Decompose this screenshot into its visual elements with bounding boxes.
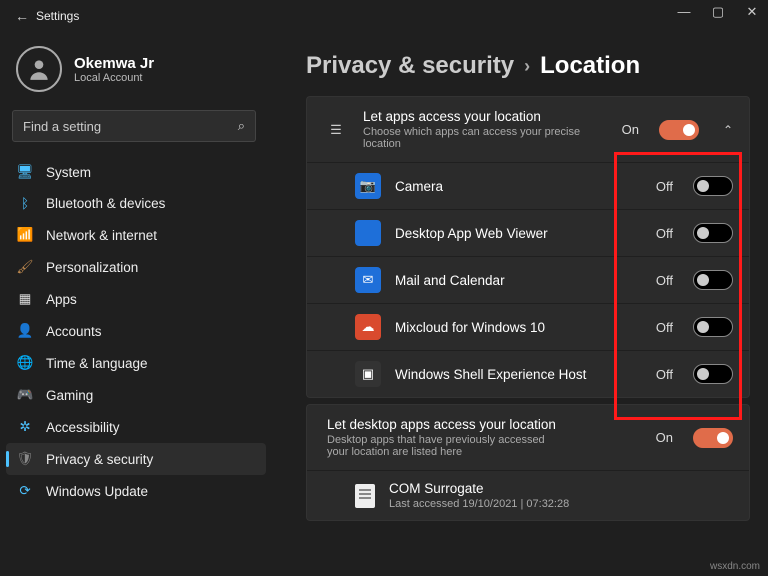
sidebar-item-system[interactable]: 🖥 System: [6, 156, 266, 188]
camera-app-icon: 📷: [355, 173, 381, 199]
app-toggle[interactable]: [693, 223, 733, 243]
privacy-icon: 🛡: [16, 451, 34, 467]
close-button[interactable]: ✕: [742, 4, 762, 20]
sidebar-item-label: Apps: [46, 292, 77, 307]
search-placeholder: Find a setting: [23, 119, 101, 134]
file-icon: [355, 484, 375, 508]
desktop-app-row: COM Surrogate Last accessed 19/10/2021 |…: [307, 470, 749, 520]
master-subtitle: Choose which apps can access your precis…: [363, 126, 593, 150]
breadcrumb: Privacy & security › Location: [306, 52, 750, 80]
app-name: Mail and Calendar: [395, 273, 642, 288]
sidebar-item-label: Personalization: [46, 260, 138, 275]
app-permission-row: Desktop App Web Viewer Off: [307, 209, 749, 256]
accounts-icon: 👤: [16, 323, 34, 339]
watermark: wsxdn.com: [710, 561, 760, 572]
app-toggle[interactable]: [693, 364, 733, 384]
sidebar-item-label: Accessibility: [46, 420, 120, 435]
desktop-apps-panel: Let desktop apps access your location De…: [306, 404, 750, 521]
sidebar-item-label: System: [46, 165, 91, 180]
time-icon: 🌐: [16, 355, 34, 371]
app-toggle[interactable]: [693, 176, 733, 196]
app-toggle[interactable]: [693, 317, 733, 337]
breadcrumb-current: Location: [540, 52, 640, 80]
network-icon: 📶: [16, 227, 34, 243]
sidebar-item-gaming[interactable]: 🎮 Gaming: [6, 379, 266, 411]
web-viewer-icon: [355, 220, 381, 246]
master-state-label: On: [622, 122, 639, 137]
sidebar-item-label: Accounts: [46, 324, 102, 339]
desktop-title: Let desktop apps access your location: [327, 417, 642, 432]
user-name: Okemwa Jr: [74, 55, 154, 72]
minimize-button[interactable]: ―: [674, 4, 694, 20]
app-state-label: Off: [656, 367, 673, 382]
desktop-app-sub: Last accessed 19/10/2021 | 07:32:28: [389, 498, 619, 510]
app-name: Desktop App Web Viewer: [395, 226, 642, 241]
master-toggle-row[interactable]: ☰ Let apps access your location Choose w…: [307, 97, 749, 162]
app-toggle[interactable]: [693, 270, 733, 290]
maximize-button[interactable]: ▢: [708, 4, 728, 20]
system-icon: 🖥: [16, 164, 34, 180]
accessibility-icon: ✲: [16, 419, 34, 435]
sidebar-item-label: Windows Update: [46, 484, 148, 499]
sidebar-item-time-language[interactable]: 🌐 Time & language: [6, 347, 266, 379]
main-panel: Privacy & security › Location ☰ Let apps…: [272, 32, 768, 521]
location-panel: ☰ Let apps access your location Choose w…: [306, 96, 750, 398]
app-permission-row: ▣ Windows Shell Experience Host Off: [307, 350, 749, 397]
mixcloud-icon: ☁: [355, 314, 381, 340]
apps-icon: ▦: [16, 291, 34, 307]
avatar: [16, 46, 62, 92]
bluetooth-icon: ᛒ: [16, 196, 34, 211]
sidebar-item-accounts[interactable]: 👤 Accounts: [6, 315, 266, 347]
search-icon: ⌕: [238, 118, 245, 134]
sidebar-item-network-internet[interactable]: 📶 Network & internet: [6, 219, 266, 251]
sidebar-item-label: Privacy & security: [46, 452, 153, 467]
personalization-icon: 🖌: [16, 259, 34, 275]
master-title: Let apps access your location: [363, 109, 608, 124]
desktop-state-label: On: [656, 430, 673, 445]
app-state-label: Off: [656, 226, 673, 241]
sidebar-nav: 🖥 System ᛒ Bluetooth & devices 📶 Network & in…: [0, 156, 272, 507]
sidebar-item-personalization[interactable]: 🖌 Personalization: [6, 251, 266, 283]
app-state-label: Off: [656, 320, 673, 335]
app-name: Mixcloud for Windows 10: [395, 320, 642, 335]
breadcrumb-parent[interactable]: Privacy & security: [306, 52, 514, 80]
title-bar: ← Settings ― ▢ ✕: [0, 0, 768, 32]
app-name: Camera: [395, 179, 642, 194]
gaming-icon: 🎮: [16, 387, 34, 403]
app-title: Settings: [36, 9, 79, 23]
app-permission-row: ☁ Mixcloud for Windows 10 Off: [307, 303, 749, 350]
mail-icon: ✉: [355, 267, 381, 293]
app-state-label: Off: [656, 179, 673, 194]
sidebar-item-apps[interactable]: ▦ Apps: [6, 283, 266, 315]
desktop-toggle-row[interactable]: Let desktop apps access your location De…: [307, 405, 749, 470]
sidebar-item-label: Bluetooth & devices: [46, 196, 165, 211]
desktop-app-name: COM Surrogate: [389, 481, 733, 496]
app-name: Windows Shell Experience Host: [395, 367, 642, 382]
app-state-label: Off: [656, 273, 673, 288]
sidebar-item-label: Network & internet: [46, 228, 157, 243]
sidebar-item-label: Time & language: [46, 356, 148, 371]
update-icon: ⟳: [16, 483, 34, 499]
app-permission-row: 📷 Camera Off: [307, 162, 749, 209]
desktop-toggle[interactable]: [693, 428, 733, 448]
sidebar-item-bluetooth-devices[interactable]: ᛒ Bluetooth & devices: [6, 188, 266, 219]
search-input[interactable]: Find a setting ⌕: [12, 110, 256, 142]
app-permission-row: ✉ Mail and Calendar Off: [307, 256, 749, 303]
shell-host-icon: ▣: [355, 361, 381, 387]
sidebar-item-windows-update[interactable]: ⟳ Windows Update: [6, 475, 266, 507]
sidebar-item-label: Gaming: [46, 388, 93, 403]
sidebar-item-privacy-security[interactable]: 🛡 Privacy & security: [6, 443, 266, 475]
list-icon: ☰: [323, 117, 349, 143]
master-toggle[interactable]: [659, 120, 699, 140]
desktop-subtitle: Desktop apps that have previously access…: [327, 434, 557, 458]
chevron-right-icon: ›: [524, 56, 530, 77]
account-type: Local Account: [74, 72, 154, 84]
back-button[interactable]: ←: [8, 8, 36, 24]
chevron-up-icon[interactable]: ⌃: [723, 123, 733, 137]
profile-block[interactable]: Okemwa Jr Local Account: [0, 32, 272, 106]
sidebar-item-accessibility[interactable]: ✲ Accessibility: [6, 411, 266, 443]
